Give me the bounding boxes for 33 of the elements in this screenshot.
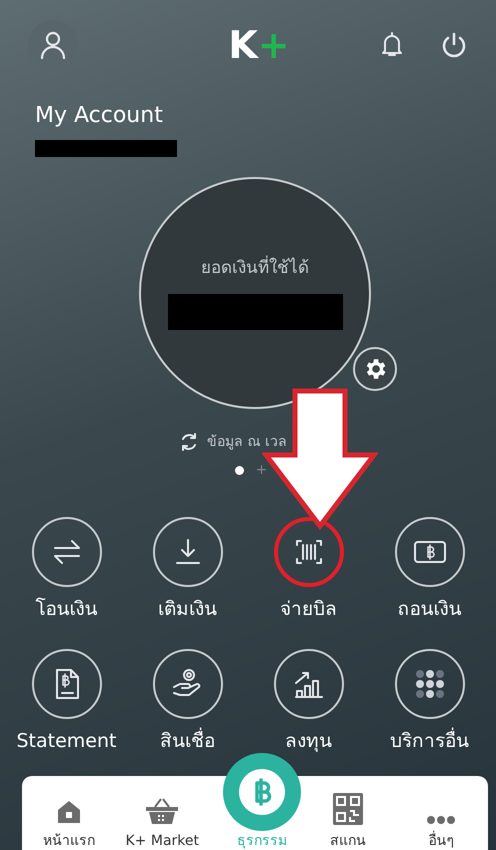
banknote-icon bbox=[412, 538, 448, 566]
action-label: ถอนเงิน bbox=[398, 597, 462, 622]
nav-tab[interactable]: อื่นๆ bbox=[394, 815, 488, 850]
bell-icon bbox=[380, 31, 404, 59]
qr-code-icon bbox=[332, 793, 363, 825]
action-label: ลงทุน bbox=[285, 729, 332, 754]
action-label: จ่ายบิล bbox=[280, 597, 337, 622]
action-label: สินเชื่อ bbox=[160, 727, 215, 755]
action-label: Statement bbox=[16, 729, 116, 754]
update-time-text: ข้อมูล ณ เวล bbox=[207, 432, 287, 452]
notification-button[interactable] bbox=[380, 31, 404, 59]
action-label: โอนเงิน bbox=[36, 596, 98, 622]
action-button[interactable]: เติมเงิน bbox=[126, 517, 250, 623]
balance-label: ยอดเงินที่ใช้ได้ bbox=[201, 256, 309, 282]
home-icon bbox=[56, 799, 82, 825]
account-title: My Account bbox=[35, 102, 164, 130]
settings-button[interactable] bbox=[353, 347, 397, 391]
nav-tab[interactable]: หน้าแรก bbox=[22, 799, 116, 850]
logo: K+ bbox=[228, 26, 290, 64]
basket-icon bbox=[144, 797, 180, 825]
user-icon bbox=[38, 30, 68, 60]
action-button[interactable]: Statement bbox=[4, 649, 128, 755]
action-button[interactable]: ลงทุน bbox=[246, 649, 370, 755]
action-button[interactable]: บริการอื่น bbox=[368, 649, 492, 755]
dots-grid-icon bbox=[414, 669, 444, 699]
action-button[interactable]: สินเชื่อ bbox=[126, 649, 250, 755]
nav-tab[interactable]: K+ Market bbox=[116, 797, 209, 850]
action-label: บริการอื่น bbox=[390, 727, 469, 755]
action-button[interactable]: โอนเงิน bbox=[4, 517, 128, 623]
action-label: เติมเงิน bbox=[158, 597, 217, 622]
more-dots-icon bbox=[426, 815, 456, 825]
action-button[interactable]: ถอนเงิน bbox=[368, 517, 492, 623]
nav-tab[interactable]: สแกน bbox=[301, 793, 394, 850]
